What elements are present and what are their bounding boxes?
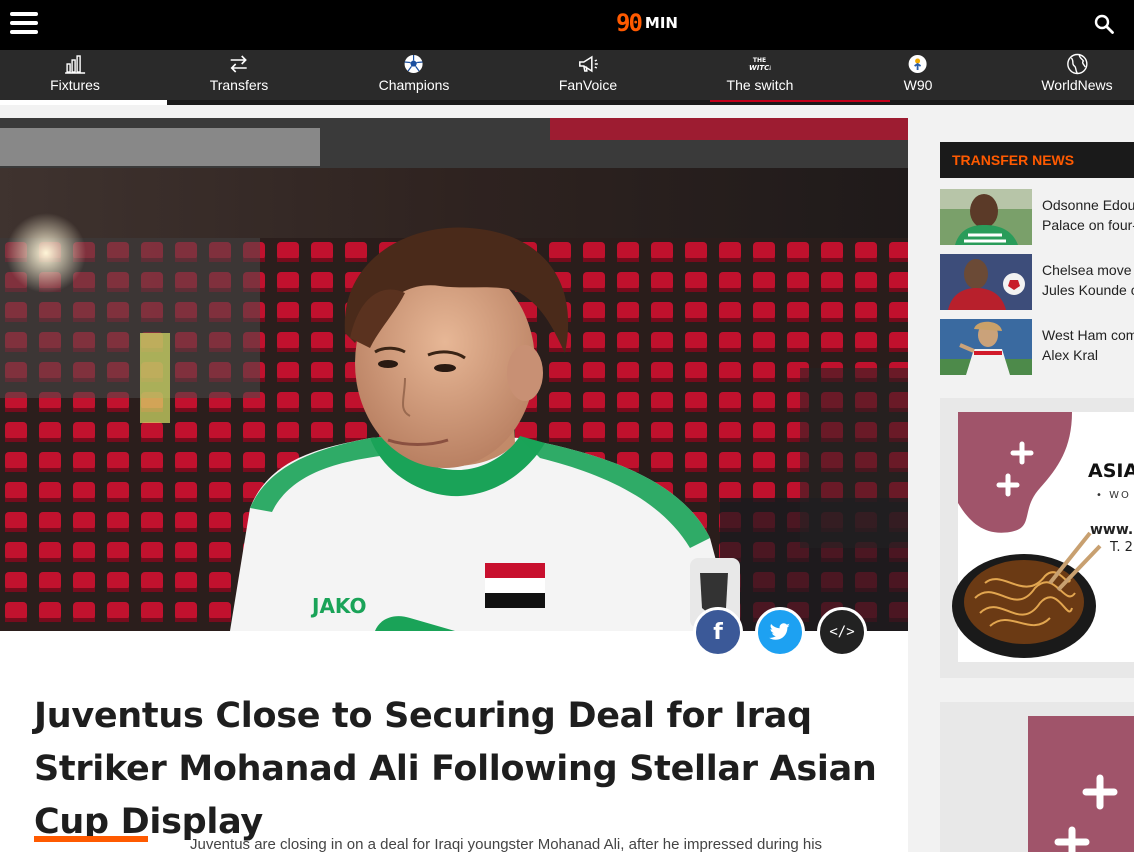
facebook-icon: f <box>713 619 723 645</box>
facebook-share-button[interactable]: f <box>693 607 743 657</box>
w90-logo-icon <box>907 53 929 75</box>
nav-divider <box>0 100 1134 105</box>
ad-headline: ASIA <box>1088 460 1134 482</box>
main-nav: Fixtures Transfers Champions FanVoice TH… <box>0 50 1134 100</box>
news-headline: Chelsea move f Jules Kounde c <box>1042 260 1134 300</box>
globe-icon <box>1066 53 1088 75</box>
logo-text: MIN <box>644 14 678 32</box>
article-teaser: Juventus are closing in on a deal for Ir… <box>190 838 870 852</box>
news-headline-line: Alex Kral <box>1042 347 1099 363</box>
news-headline-line: Jules Kounde c <box>1042 282 1134 298</box>
nav-item-fanvoice[interactable]: FanVoice <box>559 50 617 100</box>
search-icon[interactable] <box>1094 14 1114 34</box>
nav-label: W90 <box>903 77 933 93</box>
ad-subline: • WO <box>1096 490 1131 501</box>
svg-text:THE: THE <box>753 57 766 64</box>
embed-button[interactable]: </> <box>817 607 867 657</box>
nav-label: The switch <box>726 77 794 93</box>
nav-label: Transfers <box>209 77 269 93</box>
top-bar: 90 MIN <box>0 0 1134 50</box>
twitter-icon <box>769 623 790 640</box>
news-headline: West Ham com Alex Kral <box>1042 325 1134 365</box>
news-thumbnail <box>940 189 1032 245</box>
ad-graphic <box>1028 716 1134 852</box>
nav-active-indicator <box>0 100 167 105</box>
news-headline: Odsonne Edouard Palace on four- <box>1042 195 1134 235</box>
ad-phone: T. 2 <box>1110 540 1133 555</box>
nav-label: Champions <box>378 77 450 93</box>
site-logo[interactable]: 90 MIN <box>616 9 678 37</box>
news-thumbnail <box>940 319 1032 375</box>
football-icon <box>403 53 425 75</box>
news-headline-line: West Ham com <box>1042 327 1134 343</box>
article-title: Juventus Close to Securing Deal for Iraq… <box>34 696 877 842</box>
shirt-sponsor-text: JAKO <box>310 594 367 618</box>
nav-label: WorldNews <box>1041 77 1113 93</box>
transfer-arrows-icon <box>228 53 250 75</box>
sidebar-section-header: TRANSFER NEWS <box>940 142 1134 178</box>
code-icon: </> <box>829 624 855 640</box>
nav-item-champions[interactable]: Champions <box>378 50 450 100</box>
title-accent-bar <box>34 836 148 842</box>
nav-label: Fixtures <box>50 77 100 93</box>
news-headline-line: Chelsea move f <box>1042 262 1134 278</box>
nav-item-w90[interactable]: W90 <box>903 50 933 100</box>
sidebar-news-item[interactable]: Chelsea move f Jules Kounde c <box>940 254 1134 310</box>
nav-item-fixtures[interactable]: Fixtures <box>50 50 100 100</box>
hero-image: JAKO <box>0 118 908 631</box>
nav-accent-line <box>710 100 890 102</box>
sidebar-ad-2[interactable] <box>940 702 1134 852</box>
menu-icon[interactable] <box>10 12 38 34</box>
the-switch-logo-icon: THESWITCH <box>749 53 771 75</box>
sidebar-news-item[interactable]: Odsonne Edouard Palace on four- <box>940 189 1134 245</box>
logo-number: 90 <box>616 9 643 37</box>
ad-graphic <box>952 412 1134 662</box>
bar-chart-icon <box>64 53 86 75</box>
nav-item-the-switch[interactable]: THESWITCH The switch <box>727 50 794 100</box>
news-headline-line: Palace on four- <box>1042 217 1134 233</box>
sidebar-news-item[interactable]: West Ham com Alex Kral <box>940 319 1134 375</box>
megaphone-icon <box>577 53 599 75</box>
news-headline-line: Odsonne Edouard <box>1042 197 1134 213</box>
nav-item-worldnews[interactable]: WorldNews <box>1041 50 1113 100</box>
nav-item-transfers[interactable]: Transfers <box>209 50 269 100</box>
nav-label: FanVoice <box>558 77 618 93</box>
news-thumbnail <box>940 254 1032 310</box>
twitter-share-button[interactable] <box>755 607 805 657</box>
article-teaser-text: Juventus are closing in on a deal for Ir… <box>190 838 823 852</box>
ad-url: www. <box>1090 522 1134 538</box>
svg-text:SWITCH: SWITCH <box>749 64 771 72</box>
sidebar-section-title: TRANSFER NEWS <box>952 152 1075 168</box>
sidebar-ad[interactable]: ASIA • WO www. T. 2 <box>940 398 1134 678</box>
